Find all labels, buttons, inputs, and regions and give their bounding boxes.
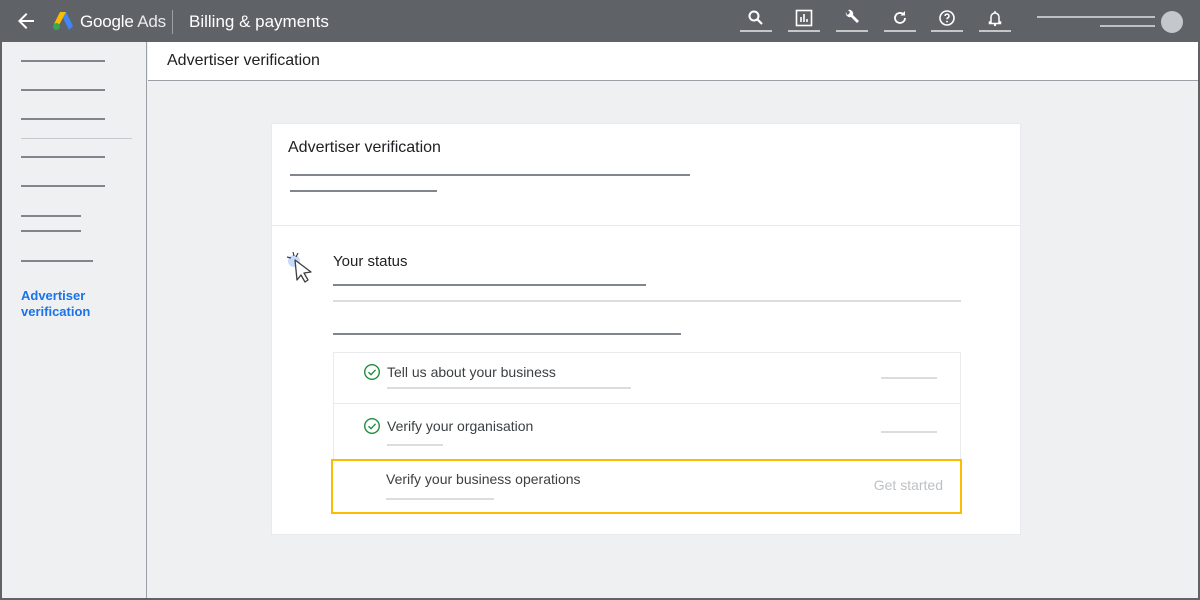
step-row[interactable]: Verify your organisation [333,403,961,460]
status-title: Your status [333,253,408,270]
sidebar-item-placeholder[interactable] [21,156,105,158]
action-placeholder [881,377,937,379]
text-placeholder [290,190,437,192]
sidebar-item-placeholder[interactable] [21,215,81,217]
sidebar: Advertiser verification [2,42,147,598]
text-placeholder [333,300,961,302]
search-button[interactable] [740,6,772,34]
placeholder-line [979,30,1011,32]
sidebar-item-advertiser-verification[interactable]: Advertiser verification [21,288,101,320]
account-id-placeholder [1100,25,1155,27]
section-title: Billing & payments [189,12,329,31]
placeholder-line [788,30,820,32]
card-divider [272,225,1020,226]
text-placeholder [333,284,646,286]
placeholder-line [836,30,868,32]
sidebar-item-placeholder[interactable] [21,230,81,232]
brand-google: Google [80,12,134,31]
top-bar: Google Ads Billing & payments [0,0,1200,42]
text-placeholder [333,333,681,335]
text-placeholder [386,498,494,500]
step-row[interactable]: Tell us about your business [333,352,961,404]
action-placeholder [881,431,937,433]
placeholder-line [740,30,772,32]
cursor-click-icon [286,251,312,283]
sidebar-item-placeholder[interactable] [21,89,105,91]
page-title: Advertiser verification [167,52,320,69]
check-circle-icon [363,363,381,381]
account-name-placeholder [1037,16,1155,18]
tools-button[interactable] [836,6,868,34]
help-icon [939,10,955,26]
brand-name: Google Ads [80,12,166,32]
sidebar-item-placeholder[interactable] [21,118,105,120]
sidebar-item-placeholder[interactable] [21,260,93,262]
refresh-button[interactable] [884,6,916,34]
brand-ads: Ads [137,12,166,31]
verification-card: Advertiser verification Your status Tell… [271,123,1021,535]
avatar[interactable] [1161,11,1183,33]
check-circle-icon [363,417,381,435]
text-placeholder [387,387,631,389]
sidebar-item-placeholder[interactable] [21,185,105,187]
google-ads-logo-icon [53,12,73,30]
back-button[interactable] [14,9,38,33]
placeholder-line [931,30,963,32]
step-label: Verify your organisation [387,418,534,434]
text-placeholder [387,444,443,446]
page-header: Advertiser verification [148,42,1198,81]
reports-button[interactable] [788,6,820,34]
text-placeholder [290,174,690,176]
get-started-link[interactable]: Get started [874,477,943,493]
search-icon [748,10,763,25]
card-title: Advertiser verification [288,139,441,156]
verification-steps: Tell us about your business Verify your … [331,352,962,514]
sidebar-divider [21,138,132,139]
step-label: Tell us about your business [387,364,556,380]
divider [172,10,173,34]
refresh-icon [894,11,906,24]
help-button[interactable] [931,6,963,34]
notifications-button[interactable] [979,6,1011,34]
reports-icon [795,9,813,27]
arrow-left-icon [18,13,34,29]
sidebar-item-placeholder[interactable] [21,60,105,62]
step-row-highlighted[interactable]: Verify your business operations Get star… [331,459,962,514]
notifications-bell-icon [988,11,1002,27]
step-label: Verify your business operations [386,471,581,487]
tools-wrench-icon [845,9,859,23]
placeholder-line [884,30,916,32]
